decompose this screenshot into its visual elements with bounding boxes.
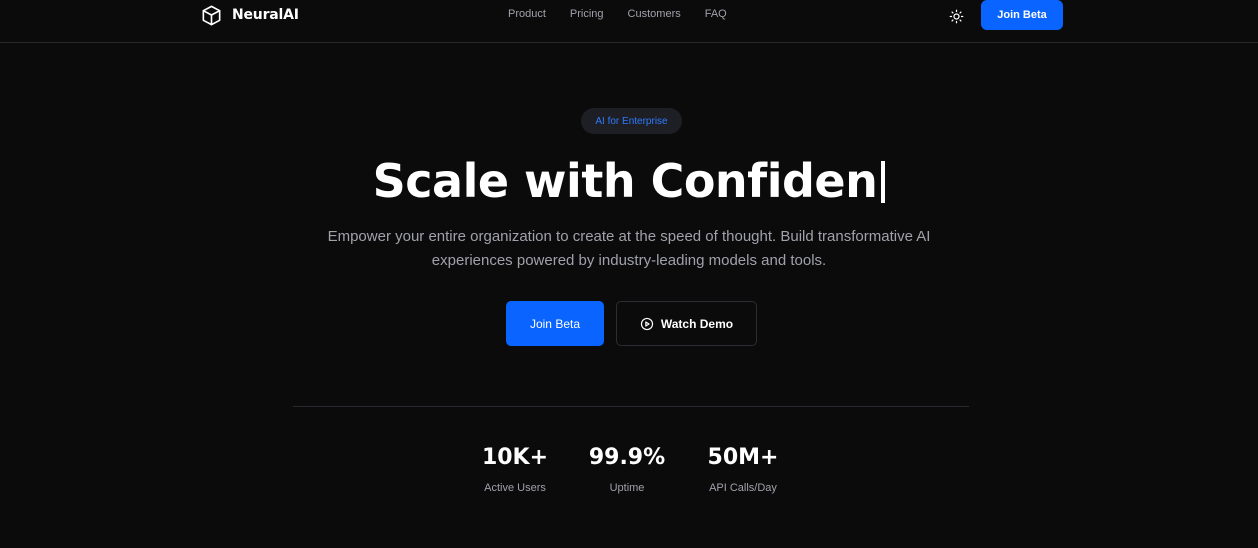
stat-label: Active Users (484, 482, 546, 494)
typing-caret (881, 161, 886, 203)
subtitle-line-1: Empower your entire organization to crea… (327, 228, 931, 245)
sun-icon (949, 9, 963, 23)
join-beta-button[interactable]: Join Beta (506, 301, 604, 346)
nav-link-customers[interactable]: Customers (628, 8, 681, 20)
stats-row: 10K+ Active Users 99.9% Uptime 50M+ API … (0, 442, 1258, 502)
brand-name: NeuralAI (232, 7, 299, 23)
nav-link-product[interactable]: Product (508, 8, 546, 20)
stat-label: Uptime (609, 482, 645, 494)
stat-value: 99.9% (588, 445, 666, 470)
stat-label: API Calls/Day (709, 482, 777, 494)
stat-value: 10K+ (481, 445, 549, 470)
hero-subtitle: Empower your entire organization to crea… (300, 225, 958, 273)
brand-logo-link[interactable]: NeuralAI (200, 3, 299, 27)
stat-active-users: 10K+ Active Users (455, 442, 575, 494)
section-divider (293, 406, 969, 407)
stat-api-calls: 50M+ API Calls/Day (683, 442, 803, 494)
main-nav: Product Pricing Customers FAQ (508, 8, 727, 20)
cube-icon (202, 5, 221, 25)
stat-value: 50M+ (707, 445, 779, 470)
watch-demo-button[interactable]: Watch Demo (616, 301, 757, 346)
subtitle-line-2: experiences powered by industry-leading … (431, 252, 827, 269)
hero-headline: Scale with Confiden (0, 150, 1258, 212)
join-beta-header-button[interactable]: Join Beta (981, 0, 1063, 30)
play-circle-icon (640, 317, 653, 330)
watch-demo-label: Watch Demo (660, 316, 734, 331)
theme-toggle-button[interactable] (946, 6, 966, 26)
headline-text: Scale with Confiden (372, 154, 878, 208)
nav-link-faq[interactable]: FAQ (705, 8, 727, 20)
stat-uptime: 99.9% Uptime (567, 442, 687, 494)
top-navigation-bar: NeuralAI Product Pricing Customers FAQ J… (0, 0, 1258, 43)
nav-link-pricing[interactable]: Pricing (570, 8, 604, 20)
enterprise-badge: AI for Enterprise (581, 108, 682, 134)
